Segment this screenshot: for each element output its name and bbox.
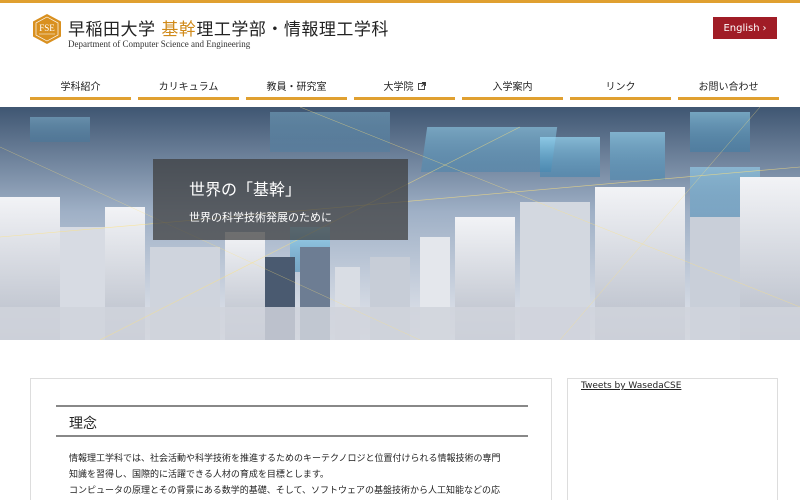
- section-heading: 理念: [69, 416, 97, 432]
- twitter-widget: Tweets by WasedaCSE: [567, 378, 778, 500]
- hero-subtitle: 世界の科学技術発展のために: [189, 211, 332, 224]
- hero-caption: 世界の「基幹」 世界の科学技術発展のために: [153, 159, 408, 240]
- divider: [56, 435, 528, 437]
- main-nav: 学科紹介 カリキュラム 教員・研究室 大学院 入学案内 リンク お問い合わせ: [30, 74, 779, 100]
- nav-label: 教員・研究室: [266, 82, 327, 93]
- title-accent: 基幹: [161, 20, 197, 40]
- hero-banner: 世界の「基幹」 世界の科学技術発展のために: [0, 107, 800, 340]
- department-logo[interactable]: FSE: [31, 13, 63, 45]
- nav-item-admissions[interactable]: 入学案内: [462, 74, 563, 100]
- nav-item-contact[interactable]: お問い合わせ: [678, 74, 779, 100]
- tweets-link[interactable]: Tweets by WasedaCSE: [581, 381, 681, 391]
- hero-title: 世界の「基幹」: [189, 180, 302, 199]
- svg-text:FSE: FSE: [39, 23, 55, 33]
- english-label: English: [723, 22, 760, 34]
- philosophy-section: 理念 情報理工学科では、社会活動や科学技術を推進するためのキーテクノロジと位置付…: [30, 378, 552, 500]
- divider: [56, 405, 528, 407]
- title-department: 理工学部・情報理工学科: [196, 20, 389, 40]
- philosophy-text: 情報理工学科では、社会活動や科学技術を推進するためのキーテクノロジと位置付けられ…: [69, 451, 509, 499]
- english-button[interactable]: English ›: [713, 17, 777, 39]
- nav-item-department[interactable]: 学科紹介: [30, 74, 131, 100]
- nav-label: 大学院: [383, 82, 414, 93]
- chevron-right-icon: ›: [762, 22, 767, 34]
- nav-label: お問い合わせ: [698, 82, 759, 93]
- paragraph-line: 知識を習得し、国際的に活躍できる人材の育成を目標とします。: [69, 470, 329, 480]
- title-university: 早稲田大学: [68, 20, 162, 40]
- nav-item-links[interactable]: リンク: [570, 74, 671, 100]
- nav-label: リンク: [605, 82, 636, 93]
- site-subtitle: Department of Computer Science and Engin…: [68, 39, 251, 49]
- paragraph-line: 情報理工学科では、社会活動や科学技術を推進するためのキーテクノロジと位置付けられ…: [69, 454, 501, 464]
- nav-label: カリキュラム: [158, 82, 219, 93]
- nav-label: 学科紹介: [60, 82, 101, 93]
- external-link-icon: [417, 81, 426, 90]
- site-title[interactable]: 早稲田大学 基幹理工学部・情報理工学科: [68, 15, 389, 40]
- nav-item-graduate[interactable]: 大学院: [354, 74, 455, 100]
- site-header: FSE 早稲田大学 基幹理工学部・情報理工学科 Department of Co…: [0, 3, 800, 63]
- nav-label: 入学案内: [492, 82, 533, 93]
- nav-item-curriculum[interactable]: カリキュラム: [138, 74, 239, 100]
- nav-item-faculty[interactable]: 教員・研究室: [246, 74, 347, 100]
- paragraph-line: コンピュータの原理とその背景にある数学的基礎、そして、ソフトウェアの基盤技術から…: [69, 486, 501, 496]
